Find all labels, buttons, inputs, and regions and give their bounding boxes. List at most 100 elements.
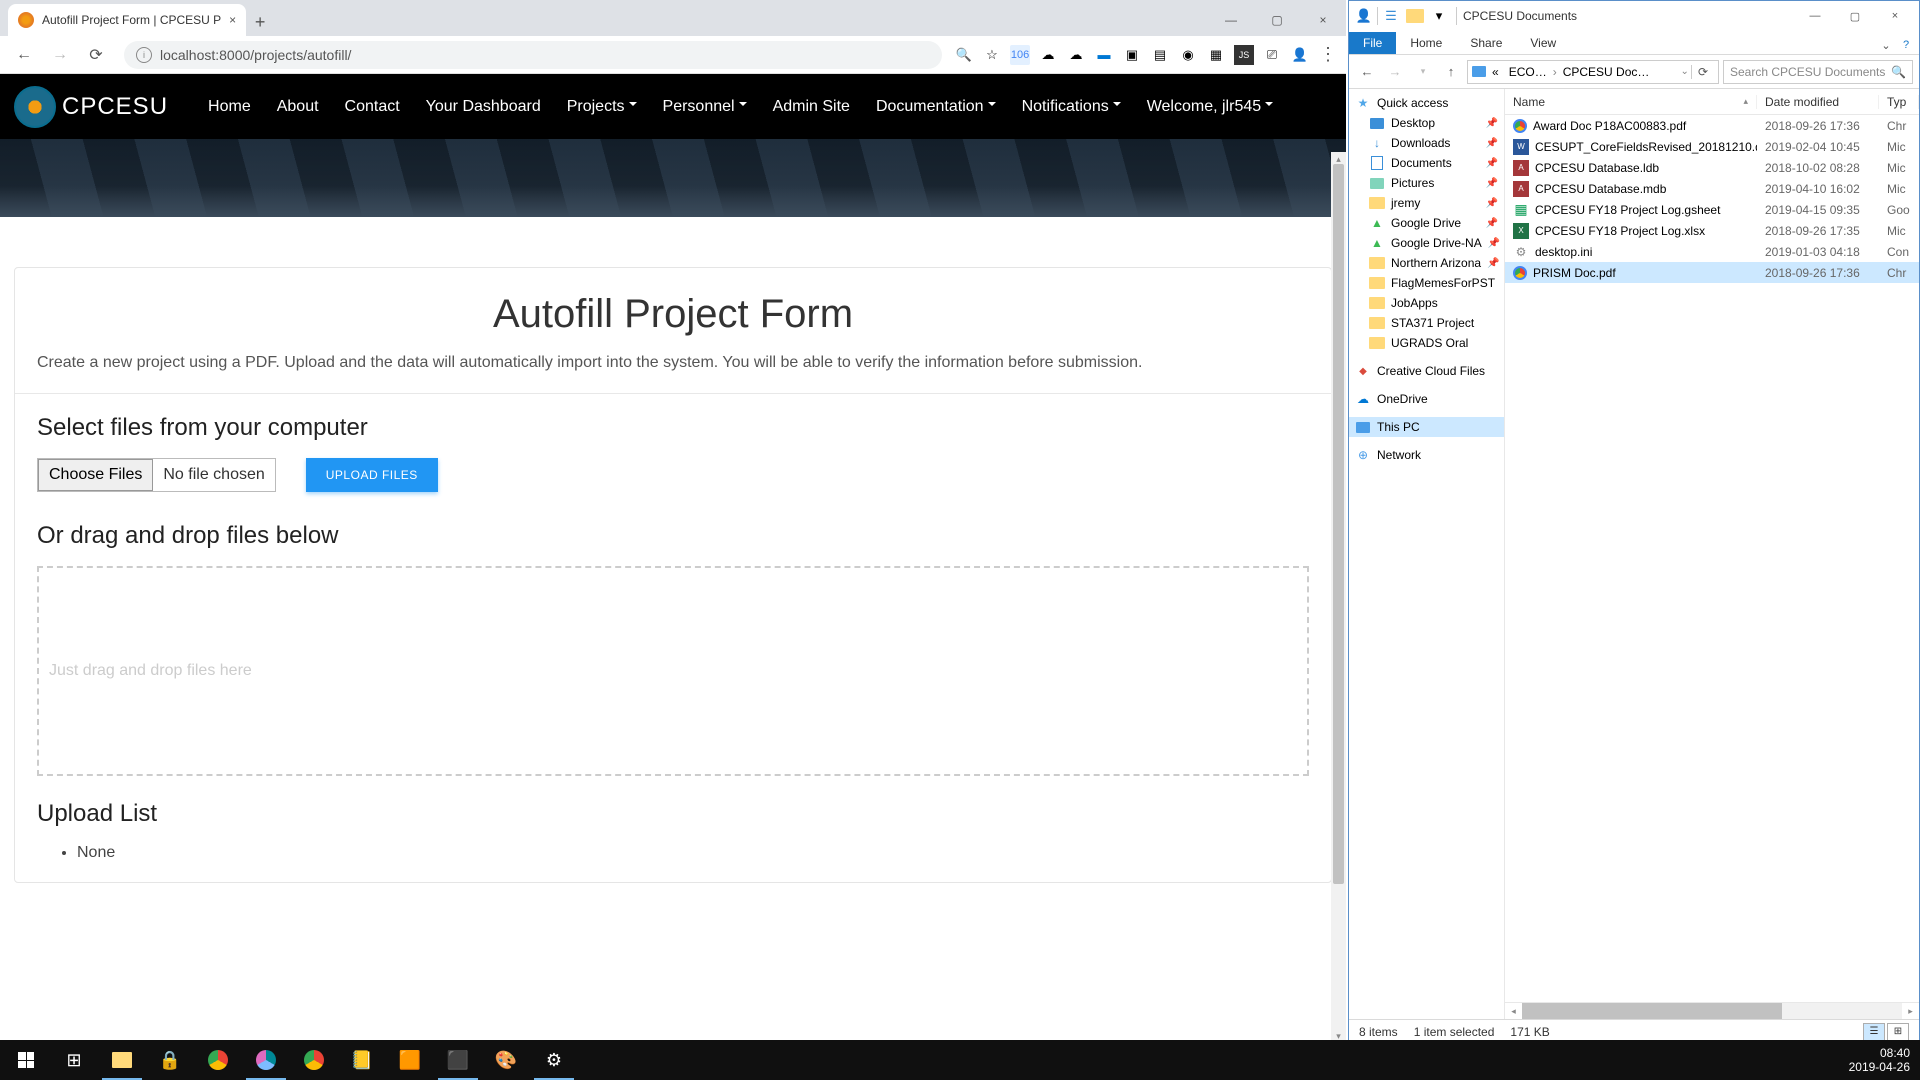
nav-welcome[interactable]: Welcome, jlr545 [1137, 88, 1283, 126]
minimize-button[interactable]: — [1208, 4, 1254, 36]
tab-close-icon[interactable]: × [229, 13, 236, 27]
column-date[interactable]: Date modified [1757, 95, 1879, 109]
task-view-button[interactable]: ⊞ [50, 1040, 98, 1080]
forward-button[interactable]: → [44, 39, 76, 71]
scroll-left-icon[interactable]: ◂ [1505, 1003, 1522, 1020]
nav-docs[interactable]: Documentation [866, 88, 1006, 126]
tree-downloads[interactable]: Downloads📌 [1349, 133, 1504, 153]
qat-icon-1[interactable]: 👤 [1353, 5, 1375, 27]
search-icon[interactable]: 🔍 [1891, 65, 1906, 79]
scroll-right-icon[interactable]: ▸ [1902, 1003, 1919, 1020]
taskbar-app-4[interactable]: 🔒 [146, 1040, 194, 1080]
nav-projects[interactable]: Projects [557, 88, 647, 126]
choose-files-button[interactable]: Choose Files [38, 459, 153, 491]
h-scrollbar-thumb[interactable] [1522, 1003, 1782, 1019]
breadcrumb-seg2[interactable]: CPCESU Doc… [1559, 63, 1654, 81]
nav-about[interactable]: About [267, 88, 329, 126]
tree-onedrive[interactable]: OneDrive [1349, 389, 1504, 409]
tree-jremy[interactable]: jremy📌 [1349, 193, 1504, 213]
reload-button[interactable]: ⟳ [80, 39, 112, 71]
tree-naz[interactable]: Northern Arizona📌 [1349, 253, 1504, 273]
taskbar-app-10[interactable]: ⬛ [434, 1040, 482, 1080]
tree-documents[interactable]: Documents📌 [1349, 153, 1504, 173]
horizontal-scrollbar[interactable]: ◂ ▸ [1505, 1002, 1919, 1019]
ribbon-expand-icon[interactable]: ⌄ [1877, 36, 1895, 54]
nav-dashboard[interactable]: Your Dashboard [416, 88, 551, 126]
ext-icon-2[interactable]: ☁ [1066, 45, 1086, 65]
file-row[interactable]: Award Doc P18AC00883.pdf2018-09-26 17:36… [1505, 115, 1919, 136]
exp-up-button[interactable]: ↑ [1439, 60, 1463, 84]
file-row[interactable]: CPCESU FY18 Project Log.xlsx2018-09-26 1… [1505, 220, 1919, 241]
tree-gdrive-na[interactable]: Google Drive-NA📌 [1349, 233, 1504, 253]
page-scrollbar[interactable]: ▴ ▾ [1331, 152, 1346, 1044]
maximize-button[interactable]: ▢ [1254, 4, 1300, 36]
file-row[interactable]: CESUPT_CoreFieldsRevised_20181210.docx20… [1505, 136, 1919, 157]
qat-dropdown-icon[interactable]: ▾ [1428, 5, 1450, 27]
site-info-icon[interactable]: i [136, 47, 152, 63]
tree-quick-access[interactable]: ★Quick access [1349, 93, 1504, 113]
qat-folder-icon[interactable] [1404, 5, 1426, 27]
exp-close-button[interactable]: × [1875, 2, 1915, 30]
profile-icon[interactable]: 👤 [1290, 45, 1310, 65]
browser-menu-icon[interactable]: ⋮ [1318, 45, 1338, 65]
breadcrumb-dropdown-icon[interactable]: ⌄ [1681, 66, 1689, 77]
calendar-extension-icon[interactable]: 106 [1010, 45, 1030, 65]
taskbar-app-11[interactable]: 🎨 [482, 1040, 530, 1080]
site-logo[interactable]: CPCESU [14, 86, 168, 128]
large-icons-view-button[interactable]: ⊞ [1887, 1023, 1909, 1041]
url-input[interactable]: i localhost:8000/projects/autofill/ [124, 41, 942, 69]
column-type[interactable]: Typ [1879, 95, 1919, 109]
ribbon-tab-file[interactable]: File [1349, 32, 1396, 54]
nav-contact[interactable]: Contact [335, 88, 410, 126]
breadcrumb-seg1[interactable]: ECO… [1505, 63, 1551, 81]
upload-files-button[interactable]: UPLOAD FILES [306, 458, 438, 492]
ribbon-tab-share[interactable]: Share [1456, 32, 1516, 54]
tree-ugrads[interactable]: UGRADS Oral [1349, 333, 1504, 353]
taskbar-app-7[interactable] [290, 1040, 338, 1080]
taskbar-app-6[interactable] [242, 1040, 290, 1080]
taskbar-app-9[interactable]: 🟧 [386, 1040, 434, 1080]
ext-icon-6[interactable]: ◉ [1178, 45, 1198, 65]
nav-admin[interactable]: Admin Site [763, 88, 860, 126]
new-tab-button[interactable]: + [246, 8, 274, 36]
tree-this-pc[interactable]: This PC [1349, 417, 1504, 437]
details-view-button[interactable]: ☰ [1863, 1023, 1885, 1041]
ext-icon-5[interactable]: ▤ [1150, 45, 1170, 65]
drop-zone[interactable]: Just drag and drop files here [37, 566, 1309, 776]
zoom-icon[interactable]: 🔍 [954, 45, 974, 65]
file-row[interactable]: CPCESU Database.mdb2019-04-10 16:02Mic [1505, 178, 1919, 199]
tree-creative-cloud[interactable]: Creative Cloud Files [1349, 361, 1504, 381]
breadcrumb-pre[interactable]: « [1488, 63, 1503, 81]
ext-icon-3[interactable]: ▬ [1094, 45, 1114, 65]
tree-flag[interactable]: FlagMemesForPST [1349, 273, 1504, 293]
exp-recent-icon[interactable]: ▾ [1411, 60, 1435, 84]
taskbar-app-5[interactable] [194, 1040, 242, 1080]
exp-minimize-button[interactable]: — [1795, 2, 1835, 30]
start-button[interactable] [2, 1040, 50, 1080]
browser-tab[interactable]: Autofill Project Form | CPCESU P × [8, 4, 246, 36]
ext-icon-8[interactable]: JS [1234, 45, 1254, 65]
exp-back-button[interactable]: ← [1355, 60, 1379, 84]
tree-sta371[interactable]: STA371 Project [1349, 313, 1504, 333]
taskbar-app-8[interactable]: 📒 [338, 1040, 386, 1080]
system-tray[interactable]: 08:40 2019-04-26 [1841, 1046, 1918, 1075]
exp-maximize-button[interactable]: ▢ [1835, 2, 1875, 30]
nav-notifications[interactable]: Notifications [1012, 88, 1131, 126]
cast-icon[interactable]: ⎚ [1262, 45, 1282, 65]
ribbon-help-icon[interactable]: ? [1897, 36, 1915, 54]
ribbon-tab-home[interactable]: Home [1396, 32, 1456, 54]
breadcrumb[interactable]: « ECO… › CPCESU Doc… ⌄ ⟳ [1467, 60, 1719, 84]
close-button[interactable]: × [1300, 4, 1346, 36]
file-row[interactable]: desktop.ini2019-01-03 04:18Con [1505, 241, 1919, 262]
nav-home[interactable]: Home [198, 88, 261, 126]
scrollbar-thumb[interactable] [1333, 164, 1344, 884]
tree-jobapps[interactable]: JobApps [1349, 293, 1504, 313]
explorer-search-input[interactable]: Search CPCESU Documents 🔍 [1723, 60, 1913, 84]
ext-icon-4[interactable]: ▣ [1122, 45, 1142, 65]
ribbon-tab-view[interactable]: View [1516, 32, 1570, 54]
tree-network[interactable]: Network [1349, 445, 1504, 465]
taskbar-file-explorer[interactable] [98, 1040, 146, 1080]
column-name[interactable]: Name [1505, 95, 1757, 109]
clock[interactable]: 08:40 2019-04-26 [1849, 1046, 1910, 1075]
tree-pictures[interactable]: Pictures📌 [1349, 173, 1504, 193]
